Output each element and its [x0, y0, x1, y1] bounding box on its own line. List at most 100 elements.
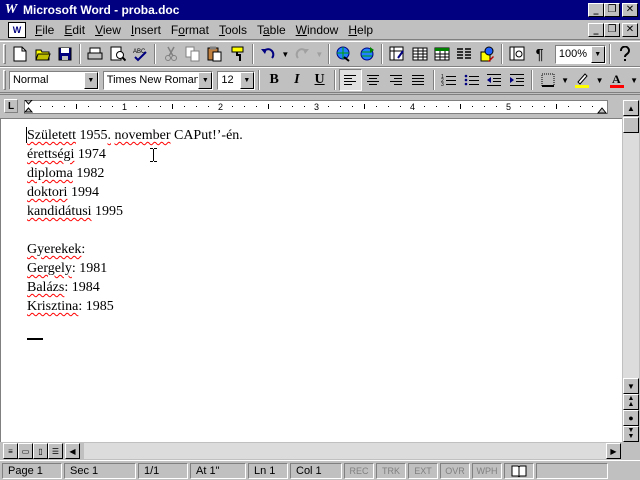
close-button[interactable]: ✕: [622, 3, 638, 17]
undo-button[interactable]: [257, 43, 279, 65]
select-browse-object-button[interactable]: ●: [623, 410, 639, 426]
justify-button[interactable]: [407, 69, 430, 91]
cut-button[interactable]: [159, 43, 181, 65]
highlight-dropdown[interactable]: ▼: [594, 69, 606, 91]
font-color-button[interactable]: A: [606, 69, 629, 91]
columns-button[interactable]: [453, 43, 475, 65]
toolbar-grip[interactable]: [3, 70, 6, 90]
status-trk[interactable]: TRK: [376, 462, 406, 479]
paste-button[interactable]: [204, 43, 226, 65]
next-page-button[interactable]: ▼ ▼: [623, 426, 639, 442]
status-rec[interactable]: REC: [344, 462, 374, 479]
open-button[interactable]: [31, 43, 53, 65]
right-indent-marker[interactable]: [596, 107, 608, 114]
save-button[interactable]: [54, 43, 76, 65]
bullets-button[interactable]: [460, 69, 483, 91]
document-map-button[interactable]: [506, 43, 528, 65]
menu-format[interactable]: Format: [166, 23, 214, 37]
tables-borders-button[interactable]: [386, 43, 408, 65]
font-combo[interactable]: Times New Roman ▼: [102, 70, 214, 90]
numbering-button[interactable]: 123: [438, 69, 461, 91]
underline-button[interactable]: U: [308, 69, 331, 91]
document-area[interactable]: Született 1955. november CAPut!’-én. éret…: [0, 118, 622, 442]
document-line[interactable]: érettségi 1974: [27, 145, 243, 164]
borders-dropdown[interactable]: ▼: [559, 69, 571, 91]
doc-restore-button[interactable]: ❐: [604, 22, 620, 37]
scroll-right-button[interactable]: ▶: [606, 443, 621, 459]
print-layout-view-button[interactable]: ▯: [33, 443, 48, 459]
horizontal-scroll-track[interactable]: [84, 443, 606, 459]
redo-button[interactable]: [291, 43, 313, 65]
drawing-button[interactable]: [476, 43, 498, 65]
insert-table-button[interactable]: [408, 43, 430, 65]
highlight-button[interactable]: [571, 69, 594, 91]
hanging-indent-marker[interactable]: [24, 107, 34, 113]
doc-minimize-button[interactable]: _: [588, 22, 604, 37]
print-preview-button[interactable]: [107, 43, 129, 65]
italic-button[interactable]: I: [286, 69, 309, 91]
insert-excel-button[interactable]: [431, 43, 453, 65]
tab-selector[interactable]: L: [4, 99, 18, 113]
menu-edit[interactable]: Edit: [59, 23, 90, 37]
spelling-button[interactable]: ABC: [129, 43, 151, 65]
bold-button[interactable]: B: [263, 69, 286, 91]
document-line[interactable]: Gergely: 1981: [27, 259, 243, 278]
menu-window[interactable]: Window: [291, 23, 344, 37]
show-formatting-button[interactable]: ¶: [528, 43, 550, 65]
print-button[interactable]: [84, 43, 106, 65]
status-wph[interactable]: WPH: [472, 462, 502, 479]
document-icon[interactable]: W: [8, 21, 26, 38]
copy-button[interactable]: [182, 43, 204, 65]
horizontal-ruler[interactable]: L 1 2 3 4 5: [0, 94, 640, 118]
undo-dropdown[interactable]: ▼: [279, 43, 291, 65]
align-left-button[interactable]: [338, 69, 362, 91]
font-size-combo[interactable]: 12 ▼: [217, 70, 255, 90]
menu-table[interactable]: Table: [252, 23, 291, 37]
font-dropdown-arrow[interactable]: ▼: [198, 71, 213, 89]
format-painter-button[interactable]: [227, 43, 249, 65]
horizontal-scrollbar[interactable]: ≡ ▭ ▯ ☰ ◀ ▶: [0, 442, 640, 460]
align-right-button[interactable]: [384, 69, 407, 91]
font-color-dropdown[interactable]: ▼: [628, 69, 640, 91]
minimize-button[interactable]: _: [588, 3, 604, 17]
vertical-scroll-track[interactable]: [623, 133, 639, 378]
document-line[interactable]: Krisztina: 1985: [27, 297, 243, 316]
document-line[interactable]: Balázs: 1984: [27, 278, 243, 297]
document-line[interactable]: doktori 1994: [27, 183, 243, 202]
first-line-indent-marker[interactable]: [24, 100, 33, 105]
menu-view[interactable]: View: [90, 23, 126, 37]
borders-button[interactable]: [536, 69, 559, 91]
document-line[interactable]: Gyerekek:: [27, 240, 243, 259]
menu-tools[interactable]: Tools: [214, 23, 252, 37]
menu-file[interactable]: File: [30, 23, 59, 37]
increase-indent-button[interactable]: [506, 69, 529, 91]
word-app-icon[interactable]: W: [3, 2, 19, 18]
menu-help[interactable]: Help: [343, 23, 378, 37]
document-text[interactable]: Született 1955. november CAPut!’-én. éret…: [27, 126, 243, 316]
scroll-up-button[interactable]: ▲: [623, 100, 639, 116]
new-document-button[interactable]: [9, 43, 31, 65]
insert-hyperlink-button[interactable]: [333, 43, 355, 65]
web-layout-view-button[interactable]: ▭: [18, 443, 33, 459]
previous-page-button[interactable]: ▲ ▲: [623, 394, 639, 410]
restore-button[interactable]: ❐: [604, 3, 620, 17]
zoom-combo[interactable]: 100% ▼: [554, 44, 606, 64]
vertical-scrollbar[interactable]: ▲ ▼ ▲ ▲ ● ▼ ▼: [622, 100, 640, 442]
document-line[interactable]: kandidátusi 1995: [27, 202, 243, 221]
status-ext[interactable]: EXT: [408, 462, 438, 479]
align-center-button[interactable]: [362, 69, 385, 91]
normal-view-button[interactable]: ≡: [3, 443, 18, 459]
scroll-left-button[interactable]: ◀: [65, 443, 80, 459]
menu-insert[interactable]: Insert: [126, 23, 166, 37]
decrease-indent-button[interactable]: [483, 69, 506, 91]
style-combo[interactable]: Normal ▼: [8, 70, 99, 90]
status-spelling[interactable]: [504, 462, 534, 479]
zoom-dropdown-arrow[interactable]: ▼: [590, 45, 605, 63]
web-toolbar-button[interactable]: [356, 43, 378, 65]
outline-view-button[interactable]: ☰: [48, 443, 63, 459]
document-line[interactable]: Született 1955. november CAPut!’-én.: [27, 126, 243, 145]
document-line[interactable]: diploma 1982: [27, 164, 243, 183]
style-dropdown-arrow[interactable]: ▼: [83, 71, 98, 89]
doc-close-button[interactable]: ✕: [622, 22, 638, 37]
vertical-scroll-thumb[interactable]: [623, 117, 639, 133]
